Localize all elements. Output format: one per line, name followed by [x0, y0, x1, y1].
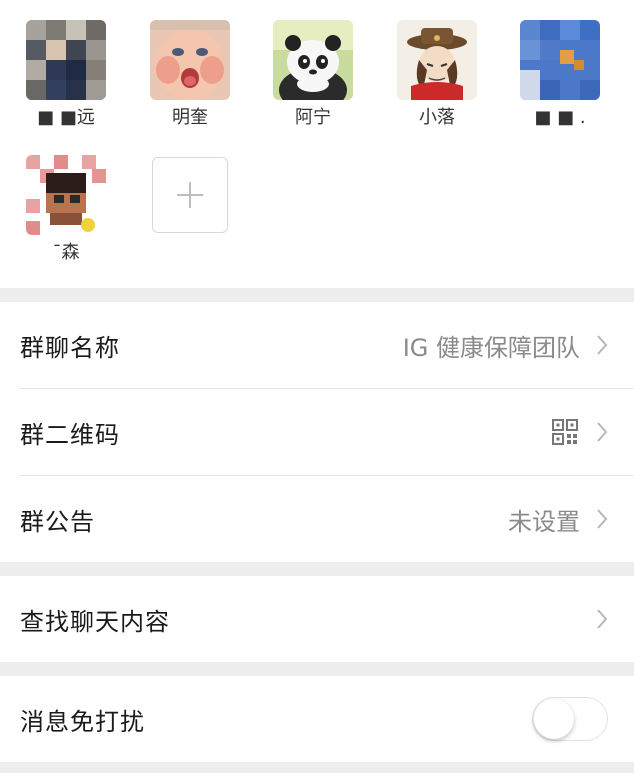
member-avatar[interactable] — [26, 20, 106, 100]
plus-icon — [177, 182, 203, 208]
group-notice-row[interactable]: 群公告 未设置 — [20, 475, 634, 562]
toggle-knob — [534, 699, 574, 739]
notification-section: 消息免打扰 — [0, 676, 634, 762]
section-gap — [0, 288, 634, 302]
mute-row: 消息免打扰 — [20, 676, 634, 762]
member-name: ˉ森 — [52, 242, 80, 263]
member-avatar[interactable] — [397, 20, 477, 100]
member-item[interactable]: 明奎 — [140, 20, 240, 130]
member-avatar[interactable] — [150, 20, 230, 100]
group-qr-label: 群二维码 — [20, 420, 120, 449]
add-member-button[interactable] — [152, 157, 228, 233]
member-name: 小落 — [419, 107, 455, 128]
mute-label: 消息免打扰 — [20, 707, 145, 736]
search-chat-row[interactable]: 查找聊天内容 — [20, 576, 634, 662]
section-gap — [0, 662, 634, 676]
group-qr-row[interactable]: 群二维码 — [20, 388, 634, 475]
group-name-value: IG 健康保障团队 — [402, 333, 580, 362]
group-name-label: 群聊名称 — [20, 333, 120, 362]
member-name: 明奎 — [172, 107, 208, 128]
group-notice-value: 未设置 — [508, 507, 580, 536]
group-notice-label: 群公告 — [20, 507, 95, 536]
member-avatar[interactable] — [26, 155, 106, 235]
member-avatar[interactable] — [520, 20, 600, 100]
chevron-right-icon — [597, 335, 608, 355]
chevron-right-icon — [597, 609, 608, 629]
member-name: 阿宁 — [295, 107, 331, 128]
section-gap — [0, 562, 634, 576]
group-info-section: 群聊名称 IG 健康保障团队 群二维码 群公告 未设置 — [0, 302, 634, 562]
member-item[interactable]: 阿宁 — [263, 20, 363, 130]
member-name: ■ ■远 — [37, 107, 95, 128]
member-item[interactable]: 小落 — [387, 20, 487, 130]
member-grid: ■ ■远 明奎 阿宁 小落 ■ ■ . ˉ森 — [0, 0, 634, 288]
search-section: 查找聊天内容 — [0, 576, 634, 662]
qr-code-icon — [552, 419, 578, 445]
search-chat-label: 查找聊天内容 — [20, 607, 170, 636]
member-item[interactable]: ■ ■ . — [510, 20, 610, 130]
member-item[interactable]: ■ ■远 — [16, 20, 116, 130]
member-name: ■ ■ . — [534, 107, 586, 128]
member-avatar[interactable] — [273, 20, 353, 100]
group-name-row[interactable]: 群聊名称 IG 健康保障团队 — [20, 302, 634, 388]
chevron-right-icon — [597, 422, 608, 442]
chevron-right-icon — [597, 509, 608, 529]
member-item[interactable]: ˉ森 — [16, 155, 116, 265]
mute-toggle[interactable] — [532, 697, 608, 741]
